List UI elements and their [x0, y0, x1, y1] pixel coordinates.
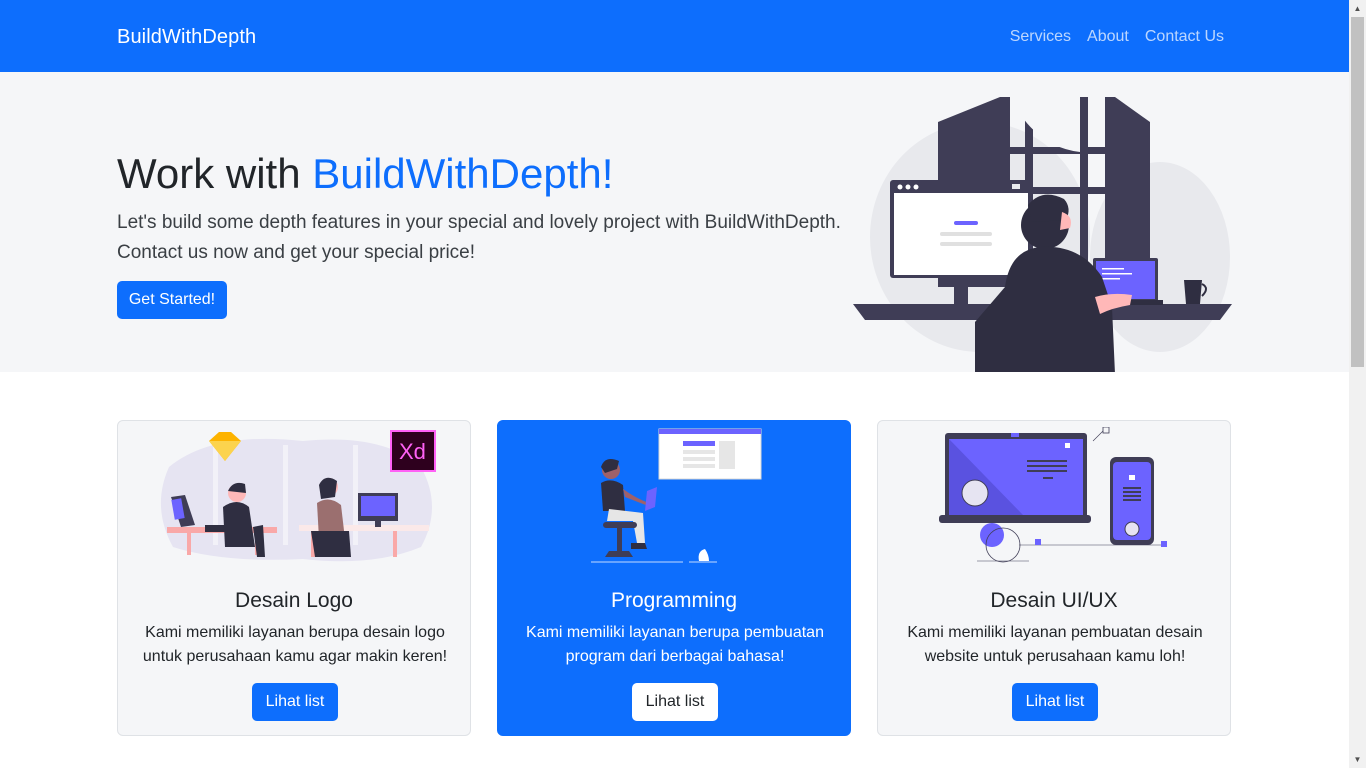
nav-link-about[interactable]: About — [1087, 28, 1129, 46]
hero-title-accent: BuildWithDepth! — [312, 150, 614, 197]
card-title: Desain UI/UX — [990, 589, 1118, 612]
lihat-list-button[interactable]: Lihat list — [632, 683, 718, 721]
get-started-button[interactable]: Get Started! — [117, 281, 227, 319]
scroll-down-arrow-icon[interactable]: ▼ — [1349, 751, 1366, 768]
developer-at-desk-illustration — [853, 97, 1232, 372]
hero-title: Work with BuildWithDepth! — [117, 150, 613, 198]
xd-logo-text: Xd — [399, 439, 426, 464]
service-card-desain-logo: Xd Desain Logo Kami memiliki layanan ber… — [117, 420, 471, 736]
programming-illustration — [591, 428, 762, 563]
page-scrollbar[interactable]: ▲ ▼ — [1349, 0, 1366, 768]
service-card-programming: Programming Kami memiliki layanan berupa… — [497, 420, 851, 736]
page: BuildWithDepth Services About Contact Us… — [0, 0, 1349, 768]
lihat-list-button[interactable]: Lihat list — [1012, 683, 1098, 721]
lihat-list-button[interactable]: Lihat list — [252, 683, 338, 721]
nav-link-services[interactable]: Services — [1010, 28, 1071, 46]
service-card-desain-ui-ux: Desain UI/UX Kami memiliki layanan pembu… — [877, 420, 1231, 736]
navbar: BuildWithDepth Services About Contact Us — [0, 0, 1349, 72]
card-text: Kami memiliki layanan pembuatan desain w… — [907, 624, 1203, 665]
scroll-up-arrow-icon[interactable]: ▲ — [1349, 0, 1366, 17]
nav-links: Services About Contact Us — [1010, 28, 1224, 46]
card-title: Desain Logo — [235, 589, 353, 612]
card-text: Kami memiliki layanan berupa desain logo… — [142, 624, 448, 665]
scrollbar-thumb[interactable] — [1351, 17, 1364, 367]
brand-link[interactable]: BuildWithDepth — [117, 26, 256, 49]
card-text: Kami memiliki layanan berupa pembuatan p… — [526, 624, 824, 665]
hero-section: Work with BuildWithDepth! Let's build so… — [0, 72, 1349, 372]
nav-link-contact-us[interactable]: Contact Us — [1145, 28, 1224, 46]
logo-design-illustration: Xd — [160, 430, 436, 562]
hero-lead-text: Let's build some depth features in your … — [117, 212, 841, 263]
ui-ux-design-illustration — [939, 427, 1167, 563]
hero-title-prefix: Work with — [117, 150, 313, 197]
card-title: Programming — [610, 589, 738, 612]
